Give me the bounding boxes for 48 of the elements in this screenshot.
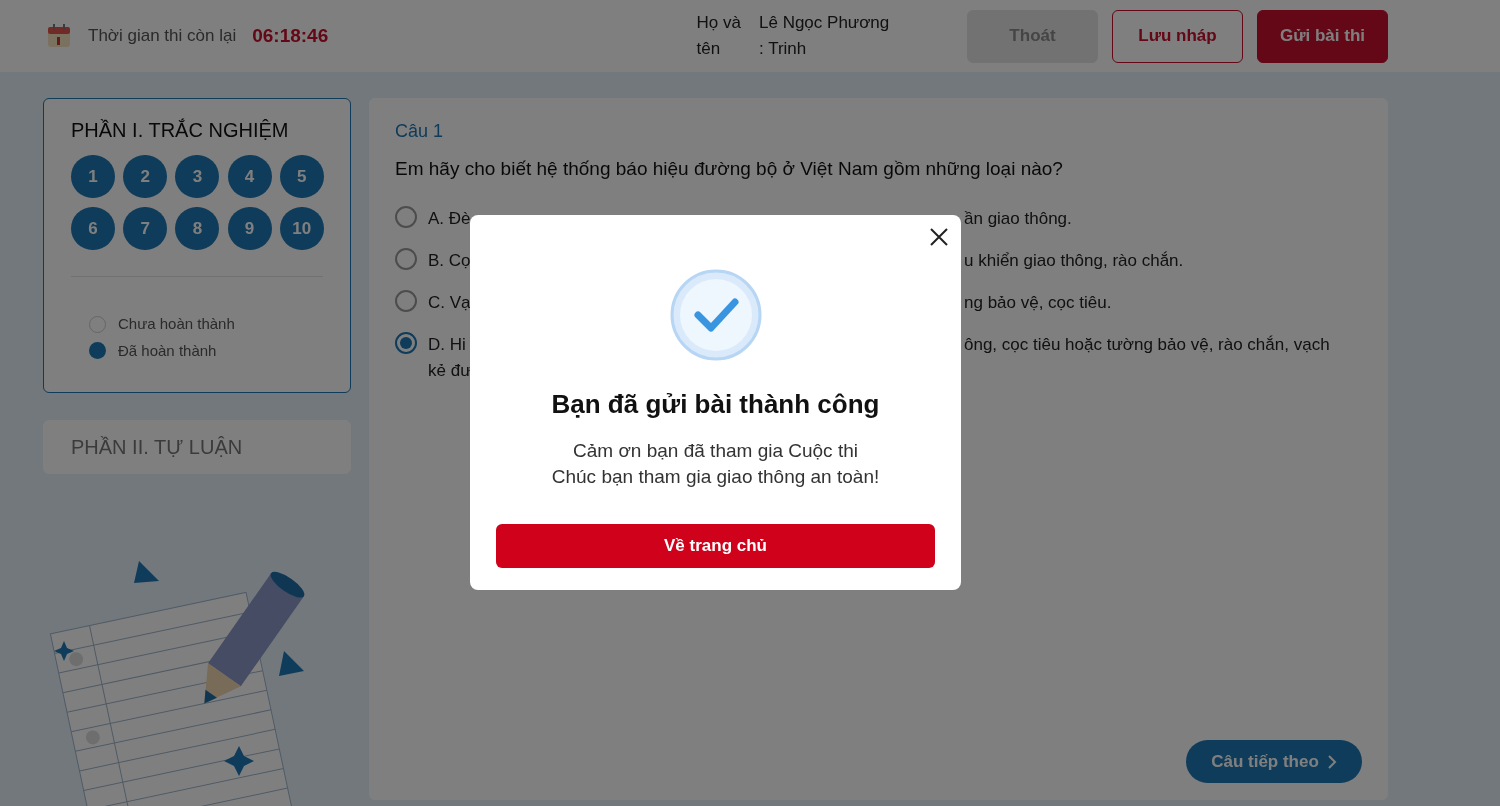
question-number-button[interactable]: 2 xyxy=(123,155,168,198)
option-text: A. Đè xyxy=(428,207,470,230)
section-card[interactable]: PHẦN I. TRẮC NGHIỆM 1 2 3 4 5 6 7 8 9 10 Chưa hoàn thành Đã hoàn thành xyxy=(43,98,351,393)
question-number-button[interactable]: 4 xyxy=(227,155,272,198)
close-icon[interactable] xyxy=(929,227,949,247)
header-button[interactable]: Lưu nháp xyxy=(1112,9,1243,63)
question-number: Câu 1 xyxy=(395,120,445,143)
student-name: Lê Ngọc Phương xyxy=(759,12,891,34)
question-number-button[interactable]: 1 xyxy=(71,155,115,198)
option-text: u khiển giao thông, rào chắn. xyxy=(964,249,1184,272)
name-label: Họ và xyxy=(696,12,741,34)
radio-button[interactable] xyxy=(395,331,417,354)
question-number-button[interactable]: 10 xyxy=(279,207,324,250)
chevron-right-icon xyxy=(1326,754,1337,769)
option-text: B. Cọ xyxy=(428,249,470,272)
calendar-icon xyxy=(46,23,72,49)
timer-label: Thời gian thi còn lại xyxy=(88,25,237,48)
question-number-button[interactable]: 7 xyxy=(123,207,168,250)
radio-button[interactable] xyxy=(395,205,417,228)
question-number-button[interactable]: 5 xyxy=(279,155,324,198)
dialog-message: Cảm ơn bạn đã tham gia Cuộc thi xyxy=(573,439,858,463)
dialog-message: Chúc bạn tham gia giao thông an toàn! xyxy=(551,465,880,489)
question-text: Em hãy cho biết hệ thống báo hiệu đường bộ ở Việt Nam gồm những loại nào? xyxy=(395,157,1064,181)
question-number-button[interactable]: 9 xyxy=(227,207,272,250)
student-name: : Trinh xyxy=(759,38,808,60)
radio-button[interactable] xyxy=(395,247,417,270)
option-text: ông, cọc tiêu hoặc tường bảo vệ, rào chắn, vạch xyxy=(964,333,1330,356)
name-label: tên xyxy=(696,38,722,60)
next-question-button[interactable]: Câu tiếp theo xyxy=(1186,740,1362,783)
question-number-button[interactable]: 6 xyxy=(71,207,115,250)
section-title: PHẦN II. TỰ LUẬN xyxy=(71,435,243,460)
legend-label: Đã hoàn thành xyxy=(118,340,217,361)
question-number-button[interactable]: 3 xyxy=(175,155,220,198)
option-text: ần giao thông. xyxy=(964,207,1072,230)
checkmark-icon xyxy=(669,269,762,361)
section-title: PHẦN I. TRẮC NGHIỆM xyxy=(71,117,290,143)
option-text: D. Hi xyxy=(428,333,467,356)
radio-button[interactable] xyxy=(395,289,417,312)
timer-value: 06:18:46 xyxy=(252,23,329,48)
legend-label: Chưa hoàn thành xyxy=(118,314,235,334)
option-text: ng bảo vệ, cọc tiêu. xyxy=(964,291,1112,314)
option-text: C. Vạ xyxy=(428,291,470,314)
section-card[interactable]: PHẦN II. TỰ LUẬN xyxy=(43,420,351,474)
option-text: kẻ đư xyxy=(428,359,470,382)
question-number-button[interactable]: 8 xyxy=(175,207,220,250)
header-button[interactable]: Gửi bài thi xyxy=(1257,9,1388,63)
dialog-title: Bạn đã gửi bài thành công xyxy=(551,388,880,421)
home-button[interactable]: Về trang chủ xyxy=(496,524,935,568)
